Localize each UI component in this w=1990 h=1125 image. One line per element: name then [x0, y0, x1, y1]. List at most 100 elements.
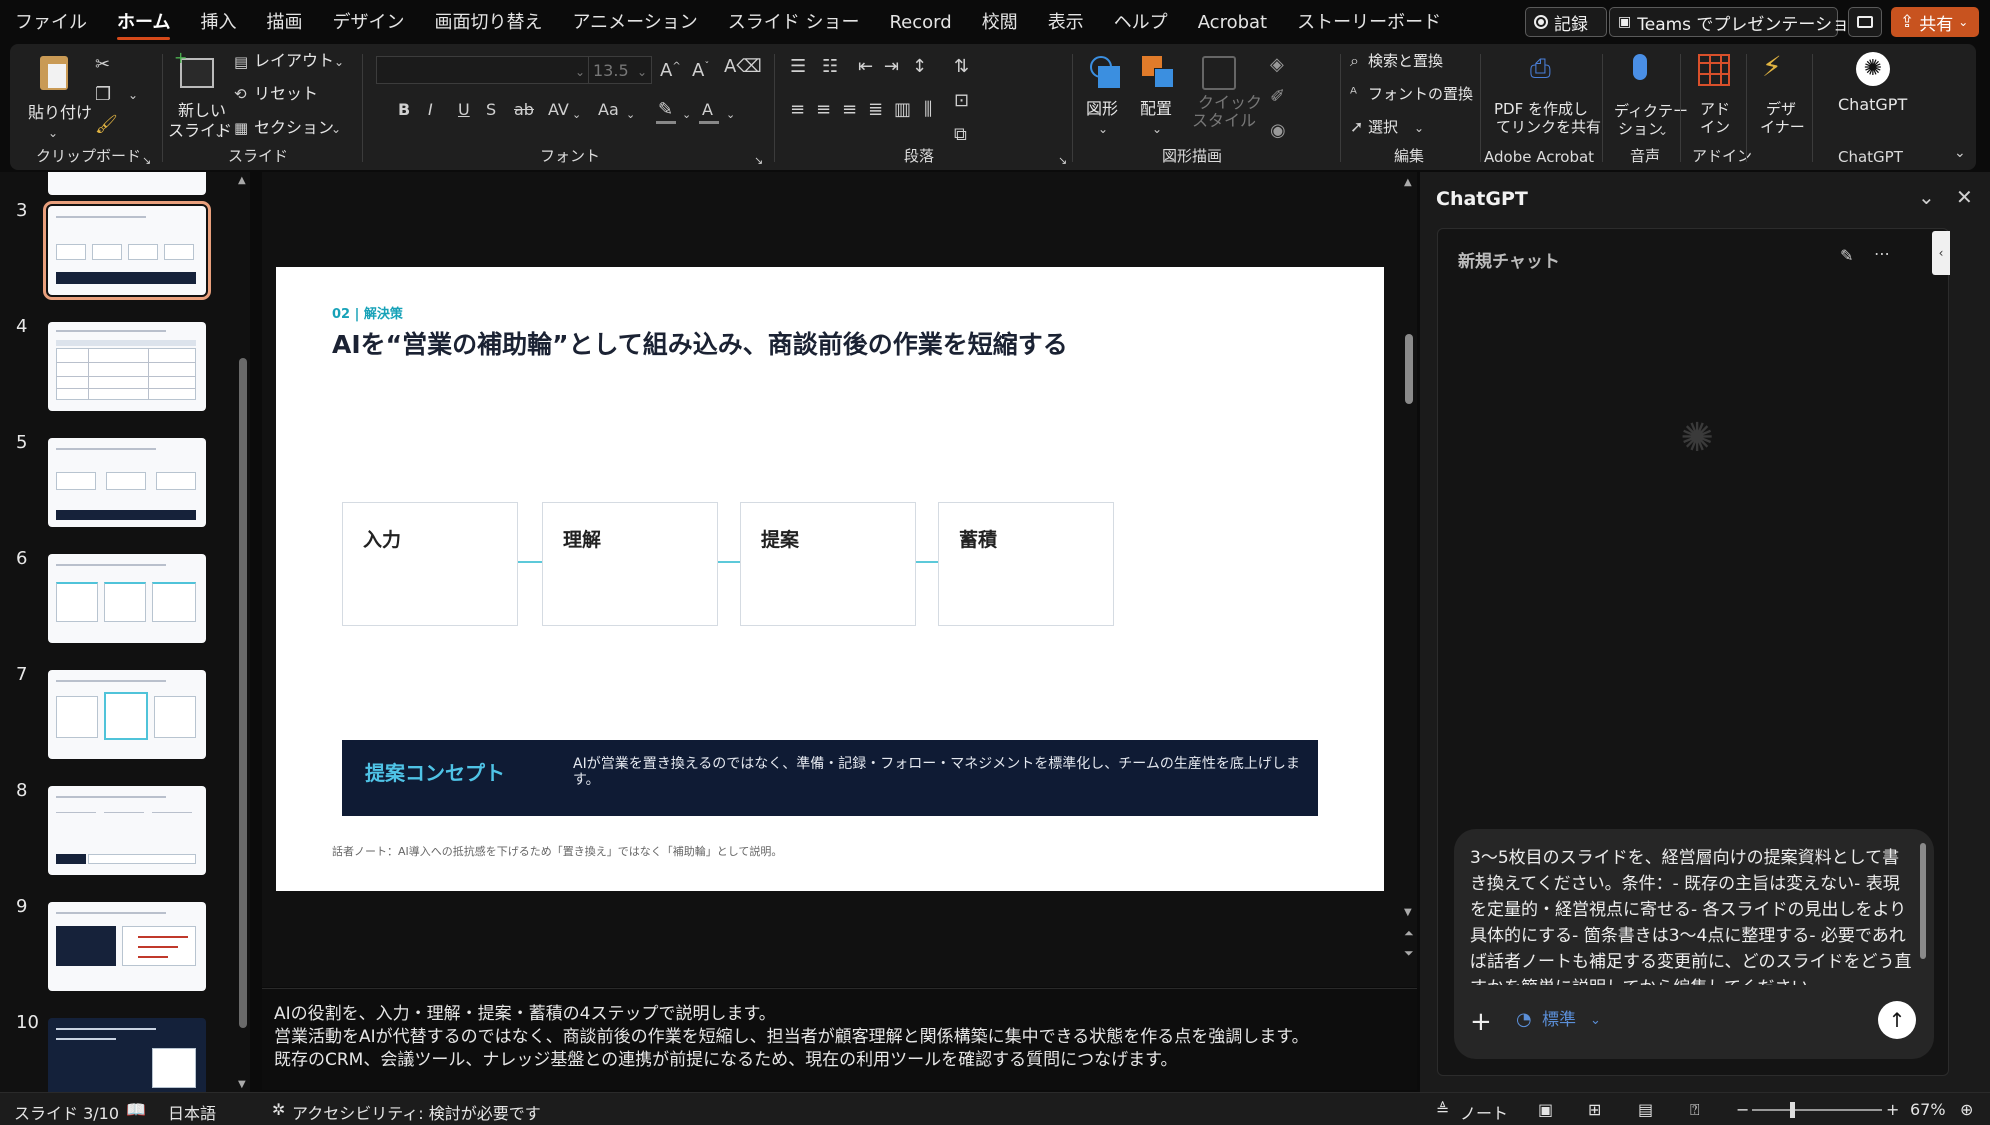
- character-spacing-icon[interactable]: AV: [548, 101, 569, 119]
- tab-transitions[interactable]: 画面切り替え: [419, 0, 557, 44]
- zoom-out-icon[interactable]: −: [1736, 1100, 1749, 1119]
- share-button[interactable]: ⇪ 共有 ⌄: [1891, 7, 1979, 37]
- slide-thumbnail-3[interactable]: [43, 201, 211, 300]
- chevron-down-icon[interactable]: ⌄: [682, 106, 691, 124]
- align-right-icon[interactable]: ≡: [842, 101, 857, 119]
- step-box-input[interactable]: 入力: [342, 502, 518, 626]
- justify-icon[interactable]: ≣: [868, 101, 883, 119]
- sidebar-toggle-tab[interactable]: ‹: [1932, 231, 1950, 275]
- normal-view-icon[interactable]: ▣: [1538, 1100, 1553, 1119]
- accessibility-status[interactable]: アクセシビリティ: 検討が必要です: [292, 1100, 541, 1124]
- numbering-icon[interactable]: ☷: [822, 58, 838, 76]
- paste-button[interactable]: 貼り付け ⌄: [24, 52, 92, 142]
- slide-thumbnail-5[interactable]: [48, 438, 206, 527]
- tab-help[interactable]: ヘルプ: [1099, 0, 1183, 44]
- tab-home[interactable]: ホーム: [102, 0, 185, 44]
- chevron-down-icon[interactable]: ⌄: [1918, 187, 1935, 207]
- slide-kicker[interactable]: 02 | 解決策: [332, 303, 403, 322]
- chevron-down-icon[interactable]: ⌄: [1414, 119, 1424, 137]
- tab-review[interactable]: 校閲: [967, 0, 1033, 44]
- columns-icon[interactable]: ⫼: [924, 101, 932, 119]
- chevron-down-icon[interactable]: ⌄: [334, 53, 344, 71]
- reading-view-icon[interactable]: ▤: [1638, 1100, 1653, 1119]
- shadow-icon[interactable]: S: [486, 101, 496, 119]
- quick-styles-button[interactable]: クイック スタイル: [1188, 52, 1262, 147]
- send-button[interactable]: ↑: [1878, 1001, 1916, 1039]
- spellcheck-icon[interactable]: 📖: [126, 1100, 146, 1119]
- speaker-notes-pane[interactable]: AIの役割を、入力・理解・提案・蓄積の4ステップで説明します。 営業活動をAIが…: [262, 988, 1417, 1090]
- section-button[interactable]: セクション: [254, 119, 334, 137]
- slide-thumbnail-8[interactable]: [48, 786, 206, 875]
- chevron-down-icon[interactable]: ⌄: [128, 86, 138, 104]
- chevron-down-icon[interactable]: ⌄: [331, 120, 341, 138]
- create-pdf-share-button[interactable]: ⎙ PDF を作成し てリンクを共有: [1482, 52, 1601, 147]
- slide-thumbnail-6[interactable]: [48, 554, 206, 643]
- decrease-indent-icon[interactable]: ⇤: [858, 58, 873, 76]
- fit-to-window-icon[interactable]: ⊕: [1960, 1100, 1973, 1119]
- bullets-icon[interactable]: ☰: [790, 58, 806, 76]
- cut-icon[interactable]: ✂: [95, 56, 110, 74]
- scrollbar-thumb[interactable]: [239, 358, 247, 1028]
- scroll-up-icon[interactable]: ▲: [1404, 174, 1412, 192]
- slide-thumbnail-10[interactable]: [48, 1018, 206, 1092]
- tab-record[interactable]: Record: [874, 0, 966, 44]
- chevron-down-icon[interactable]: ⌄: [572, 106, 581, 124]
- dialog-launcher-icon[interactable]: ↘: [754, 152, 763, 170]
- teams-present-button[interactable]: ▣ Teams でプレゼンテーション: [1609, 7, 1866, 37]
- arrange-button[interactable]: 配置 ⌄: [1134, 52, 1184, 147]
- tab-slideshow[interactable]: スライド ショー: [713, 0, 875, 44]
- chevron-down-icon[interactable]: ⌄: [1590, 1012, 1601, 1030]
- slide-thumbnail-7[interactable]: [48, 670, 206, 759]
- tab-view[interactable]: 表示: [1033, 0, 1099, 44]
- slide-thumbnail[interactable]: [48, 172, 206, 195]
- distributed-icon[interactable]: ▥: [894, 101, 911, 119]
- chatgpt-ribbon-button[interactable]: ✺ ChatGPT: [1828, 52, 1918, 132]
- underline-icon[interactable]: U: [458, 101, 470, 119]
- increase-indent-icon[interactable]: ⇥: [884, 58, 899, 76]
- language-indicator[interactable]: 日本語: [168, 1100, 216, 1124]
- scrollbar-thumb[interactable]: [1405, 334, 1413, 404]
- close-icon[interactable]: ✕: [1956, 187, 1973, 207]
- prompt-input[interactable]: 3〜5枚目のスライドを、経営層向けの提案資料として書き換えてください。条件：- …: [1470, 845, 1916, 985]
- shrink-font-icon[interactable]: Aˇ: [692, 58, 709, 80]
- next-slide-icon[interactable]: ⏷: [1404, 944, 1414, 962]
- step-box-accumulate[interactable]: 蓄積: [938, 502, 1114, 626]
- slide-footnote[interactable]: 話者ノート：AI導入への抵抗感を下げるため「置き換え」ではなく「補助輪」として説…: [332, 843, 782, 859]
- tab-file[interactable]: ファイル: [0, 0, 102, 44]
- prompt-composer[interactable]: 3〜5枚目のスライドを、経営層向けの提案資料として書き換えてください。条件：- …: [1454, 829, 1934, 1059]
- replace-font-button[interactable]: フォントの置換: [1368, 85, 1473, 103]
- font-size-box[interactable]: 13.5 ⌄: [588, 56, 652, 84]
- zoom-level[interactable]: 67%: [1910, 1100, 1946, 1119]
- designer-button[interactable]: ⚡ デザ イナー: [1748, 52, 1810, 147]
- notes-button[interactable]: ノート: [1460, 1100, 1508, 1124]
- bold-icon[interactable]: B: [398, 101, 410, 119]
- reset-button[interactable]: リセット: [254, 85, 318, 103]
- zoom-in-icon[interactable]: +: [1886, 1100, 1899, 1119]
- step-box-understand[interactable]: 理解: [542, 502, 718, 626]
- editor-scrollbar[interactable]: ▲ ▼ ⏶ ⏷: [1400, 172, 1418, 972]
- select-button[interactable]: 選択: [1368, 118, 1398, 136]
- more-options-icon[interactable]: ⋯: [1874, 245, 1890, 263]
- zoom-slider-thumb[interactable]: [1790, 1102, 1795, 1118]
- step-box-propose[interactable]: 提案: [740, 502, 916, 626]
- mode-selector[interactable]: 標準: [1542, 1011, 1576, 1029]
- align-left-icon[interactable]: ≡: [790, 101, 805, 119]
- tab-design[interactable]: デザイン: [317, 0, 419, 44]
- tab-insert[interactable]: 挿入: [185, 0, 251, 44]
- clear-formatting-icon[interactable]: A⌫: [724, 58, 762, 76]
- slide-thumbnail-9[interactable]: [48, 902, 206, 991]
- slide-canvas[interactable]: 02 | 解決策 AIを“営業の補助輪”として組み込み、商談前後の作業を短縮する…: [276, 267, 1384, 891]
- new-slide-button[interactable]: + 新しい スライド ⌄: [166, 50, 232, 147]
- find-replace-button[interactable]: 検索と置換: [1368, 52, 1443, 70]
- strikethrough-icon[interactable]: ab: [514, 101, 534, 119]
- highlight-icon[interactable]: ✎: [658, 101, 673, 119]
- line-spacing-icon[interactable]: ↕: [912, 58, 927, 76]
- italic-icon[interactable]: I: [428, 101, 433, 119]
- zoom-slider[interactable]: [1752, 1102, 1882, 1118]
- shape-fill-icon[interactable]: ◈: [1270, 56, 1284, 74]
- tab-animations[interactable]: アニメーション: [557, 0, 712, 44]
- comments-button[interactable]: [1848, 7, 1882, 37]
- chevron-down-icon[interactable]: ⌄: [726, 106, 735, 124]
- slide-thumbnail-4[interactable]: [48, 322, 206, 411]
- dialog-launcher-icon[interactable]: ↘: [142, 152, 151, 170]
